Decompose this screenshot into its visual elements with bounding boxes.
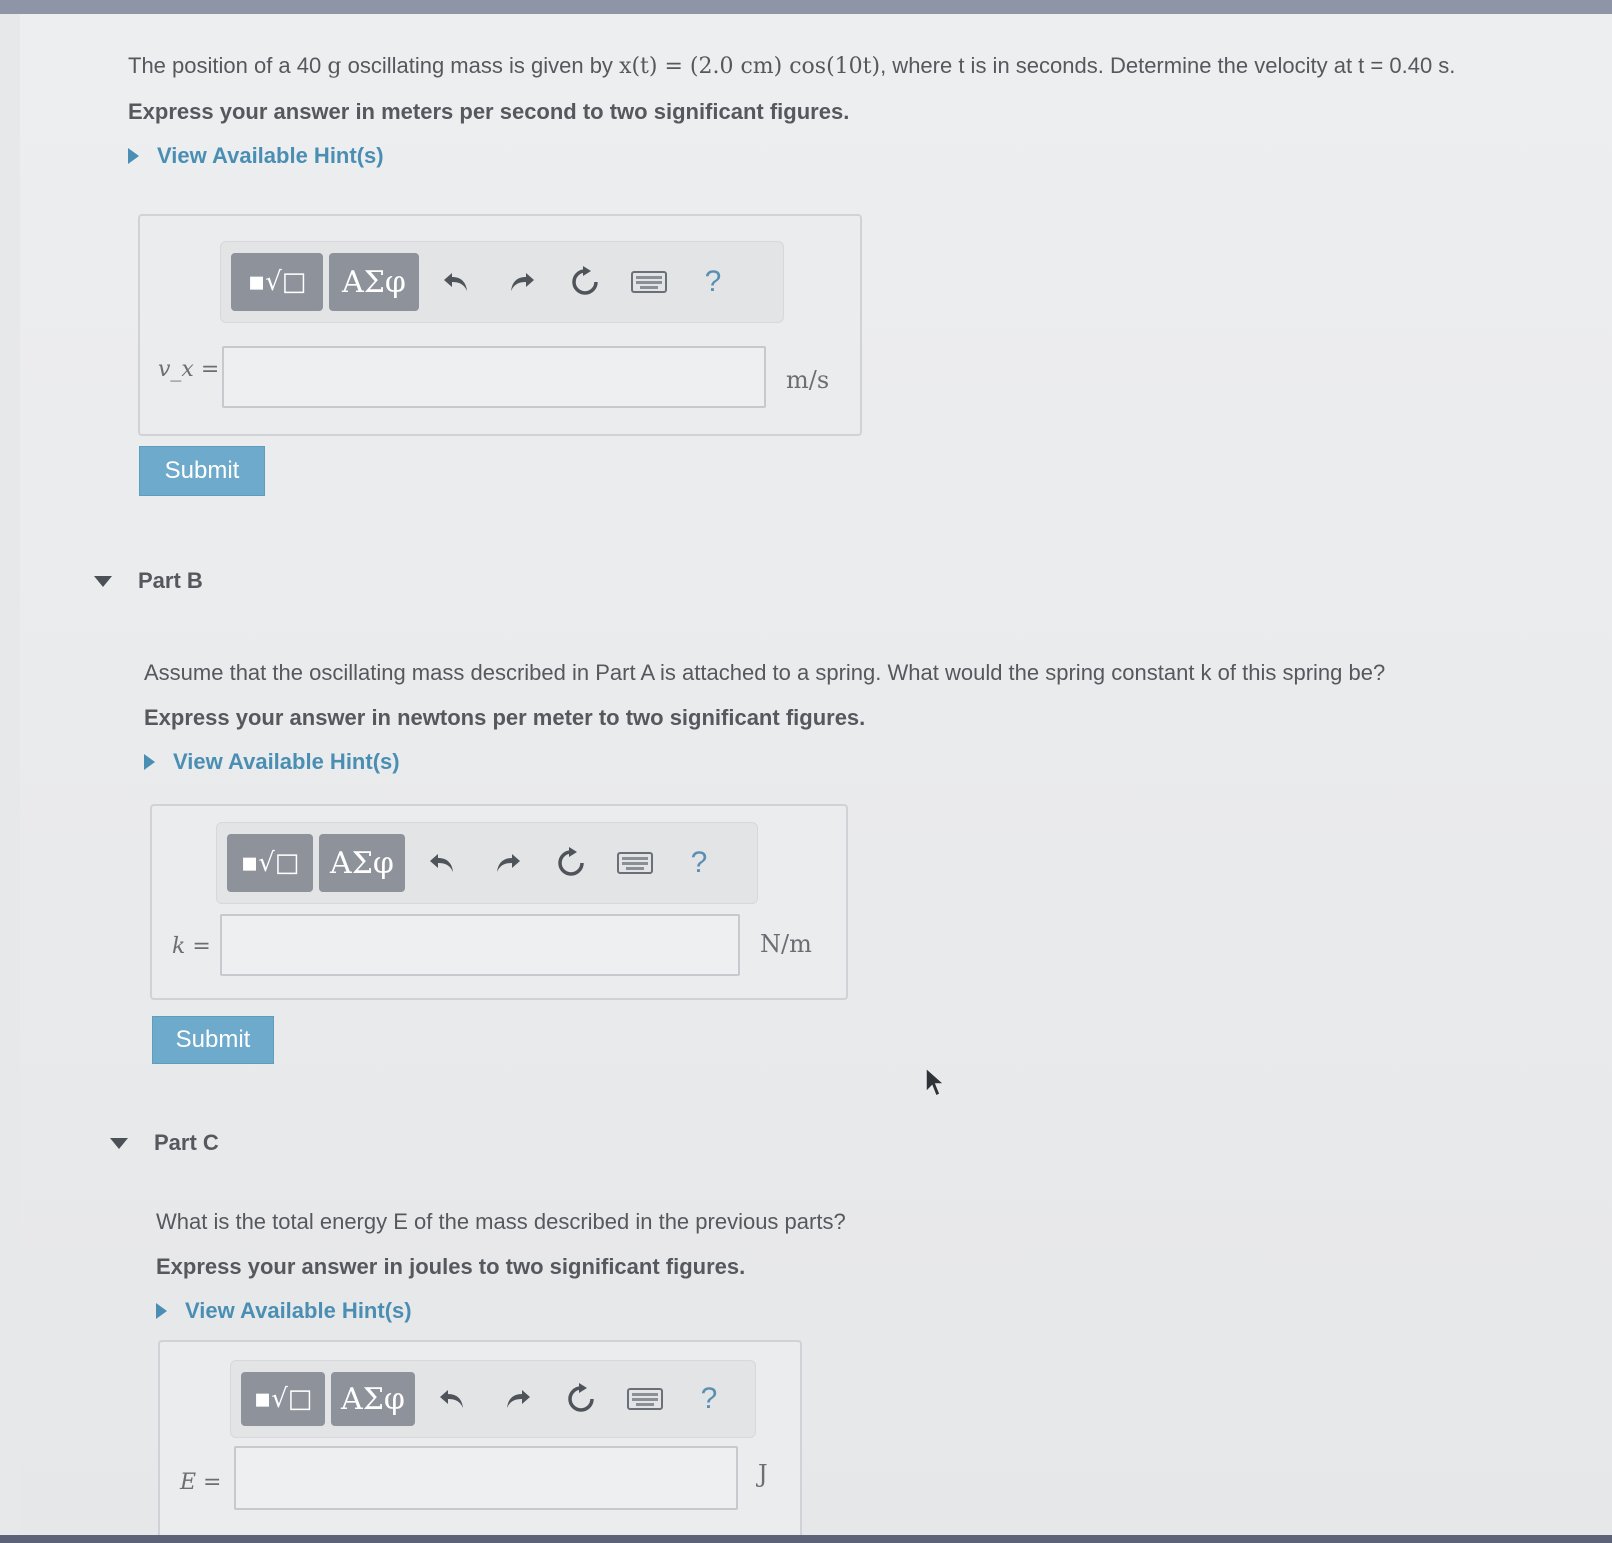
part-b-submit-button[interactable]: Submit [152,1016,274,1064]
part-b-header[interactable]: Part B [94,568,203,594]
help-icon: ? [704,265,722,298]
part-a-variable-label: v_x = [158,357,220,382]
hint-label: View Available Hint(s) [173,749,400,774]
expand-arrow-icon [144,754,155,770]
part-a-question: The position of a 40 g oscillating mass … [128,53,1456,79]
reset-icon[interactable] [553,253,617,311]
greek-symbols-button[interactable]: ΑΣφ [329,253,419,311]
part-c-title: Part C [154,1130,219,1155]
part-b-hint-toggle[interactable]: View Available Hint(s) [144,749,1385,775]
reset-icon[interactable] [549,1370,613,1428]
greek-symbols-button[interactable]: ΑΣφ [319,834,405,892]
templates-sqrt-icon: ▪√□ [253,1384,313,1414]
templates-sqrt-icon: ▪√□ [247,267,307,297]
part-c-hint-toggle[interactable]: View Available Hint(s) [156,1298,846,1324]
help-icon: ? [690,846,708,879]
expand-arrow-icon [156,1303,167,1319]
redo-icon[interactable] [475,834,539,892]
part-b-answer-input[interactable] [220,914,740,976]
reset-icon[interactable] [539,834,603,892]
part-b-math-toolbar: ▪√□ ΑΣφ ? [216,822,758,904]
part-b-instruction: Express your answer in newtons per meter… [144,705,866,730]
part-a-unit: m/s [786,366,830,394]
help-button[interactable]: ? [681,253,745,311]
expand-arrow-icon [128,148,139,164]
keyboard-icon[interactable] [613,1370,677,1428]
top-bar [0,0,1612,14]
part-c-answer-input[interactable] [234,1446,738,1510]
redo-icon[interactable] [489,253,553,311]
undo-icon[interactable] [421,1370,485,1428]
keyboard-icon[interactable] [603,834,667,892]
part-a-answer-input[interactable] [222,346,766,408]
help-button[interactable]: ? [677,1370,741,1428]
part-c-question-block: What is the total energy E of the mass d… [156,1208,846,1324]
templates-button[interactable]: ▪√□ [227,834,313,892]
part-a-hint-toggle[interactable]: View Available Hint(s) [128,143,1455,169]
part-b-unit: N/m [760,930,812,958]
part-c-question: What is the total energy E of the mass d… [156,1209,846,1234]
part-a-submit-button[interactable]: Submit [139,446,265,496]
part-c-instruction: Express your answer in joules to two sig… [156,1254,746,1279]
templates-button[interactable]: ▪√□ [231,253,323,311]
help-button[interactable]: ? [667,834,731,892]
collapse-caret-icon [110,1137,128,1149]
bottom-bar [0,1535,1612,1543]
greek-symbols-button[interactable]: ΑΣφ [331,1372,415,1426]
part-c-header[interactable]: Part C [110,1130,219,1156]
part-a-math-toolbar: ▪√□ ΑΣφ ? [220,241,784,323]
part-c-math-toolbar: ▪√□ ΑΣφ ? [230,1360,756,1438]
undo-icon[interactable] [411,834,475,892]
templates-sqrt-icon: ▪√□ [240,848,300,878]
part-b-variable-label: k = [172,934,211,959]
part-b-question-block: Assume that the oscillating mass describ… [144,659,1385,775]
undo-icon[interactable] [425,253,489,311]
help-icon: ? [700,1382,718,1415]
redo-icon[interactable] [485,1370,549,1428]
part-b-title: Part B [138,568,203,593]
part-c-variable-label: E = [180,1470,222,1495]
part-b-question: Assume that the oscillating mass describ… [144,660,1386,685]
templates-button[interactable]: ▪√□ [241,1372,325,1426]
part-a-question-block: The position of a 40 g oscillating mass … [128,52,1455,169]
hint-label: View Available Hint(s) [157,143,384,168]
part-c-unit: J [758,1460,768,1488]
hint-label: View Available Hint(s) [185,1298,412,1323]
keyboard-icon[interactable] [617,253,681,311]
part-a-instruction: Express your answer in meters per second… [128,99,850,124]
collapse-caret-icon [94,575,112,587]
